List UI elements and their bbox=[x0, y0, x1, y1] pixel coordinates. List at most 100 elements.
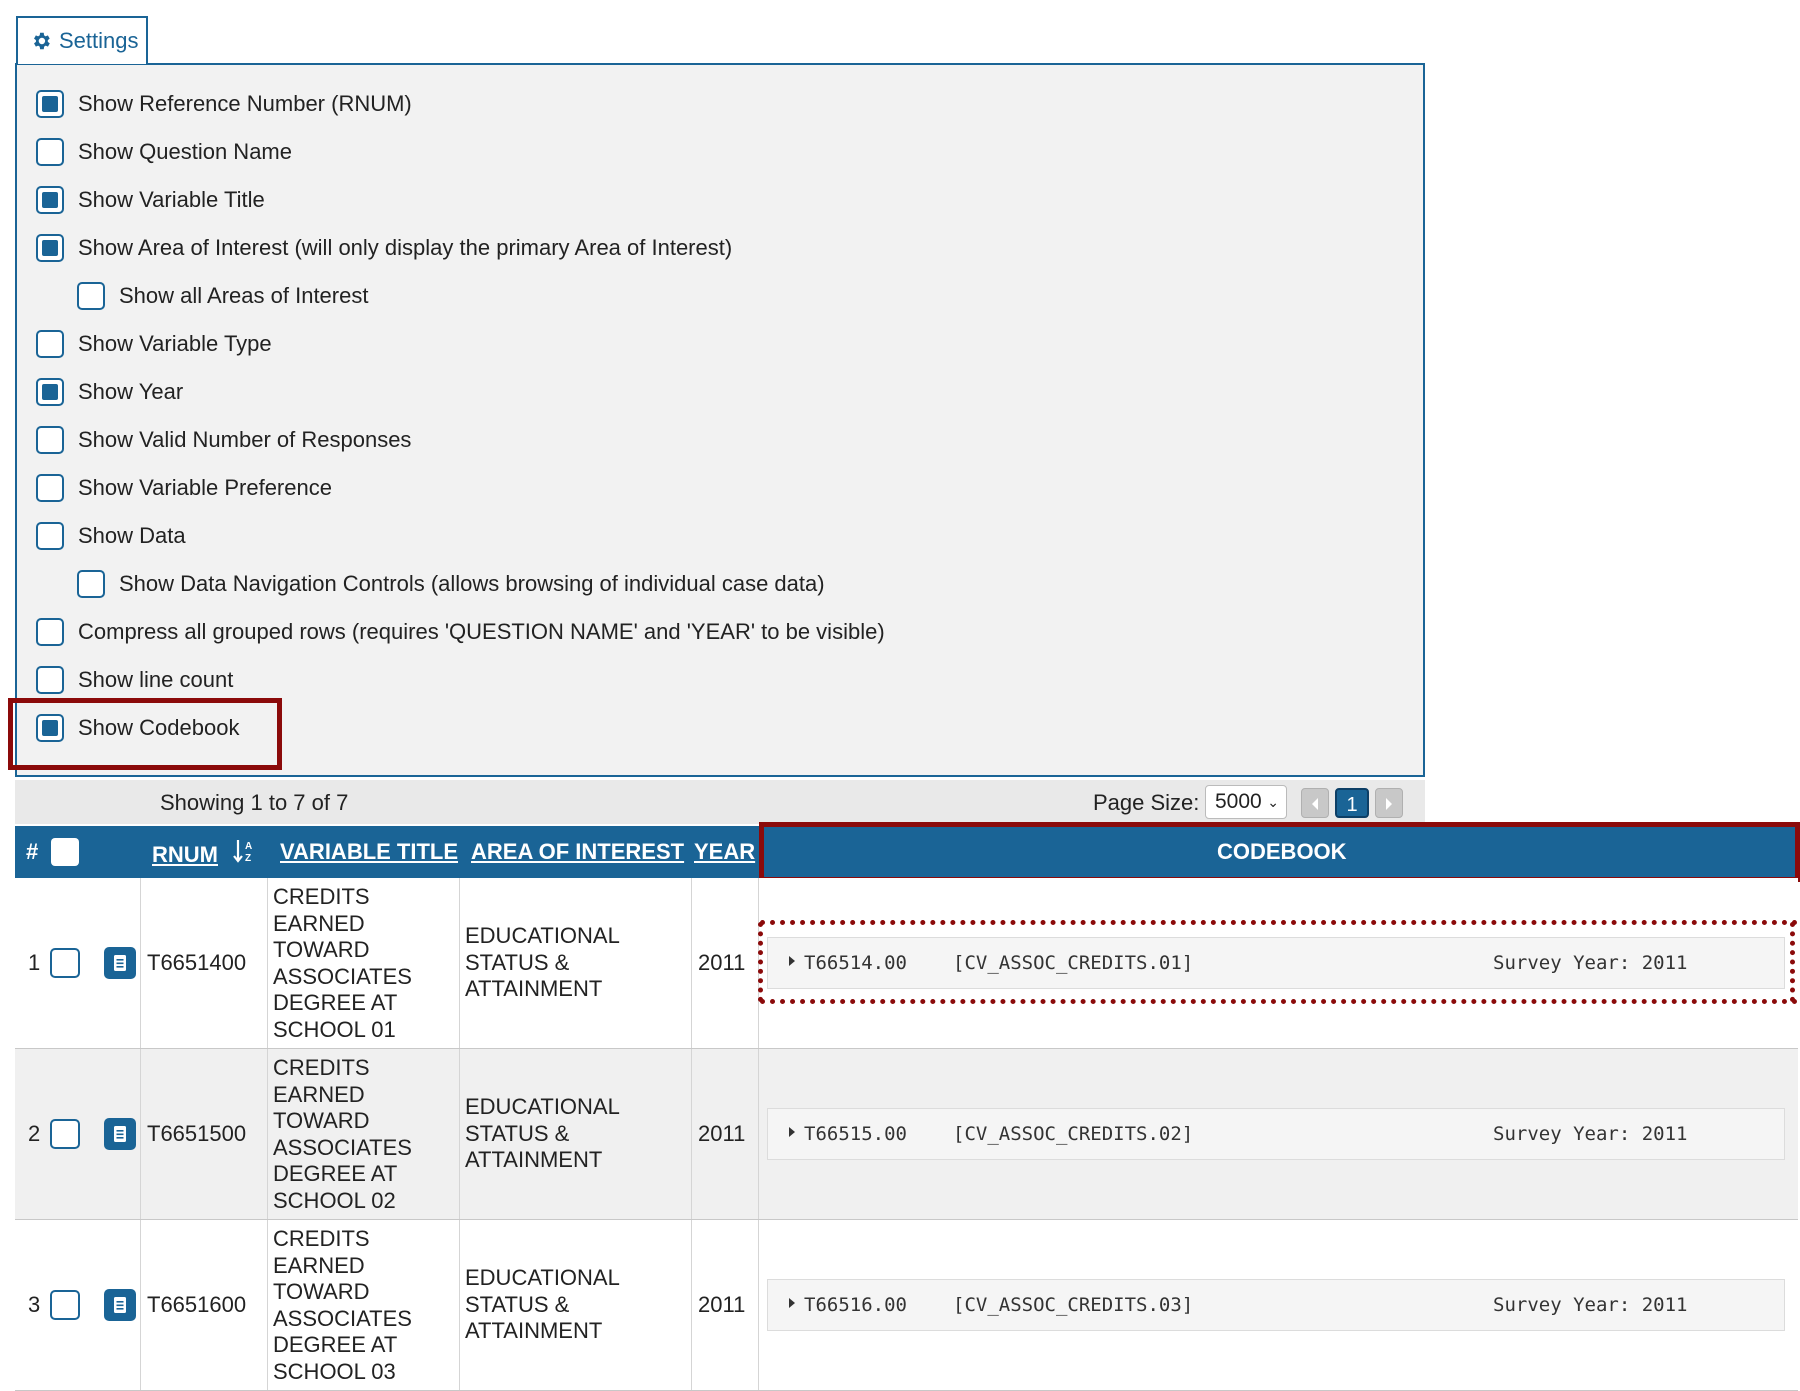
settings-option-label: Show Valid Number of Responses bbox=[78, 427, 412, 452]
cell-divider bbox=[140, 1049, 141, 1219]
area-of-interest: EDUCATIONAL STATUS & ATTAINMENT bbox=[465, 1094, 665, 1174]
settings-option-checkbox[interactable] bbox=[36, 474, 64, 502]
settings-option[interactable]: Show Question Name bbox=[36, 134, 292, 170]
variable-title-line: EARNED bbox=[273, 1081, 365, 1107]
settings-option[interactable]: Show Year bbox=[36, 374, 183, 410]
page-size-select[interactable]: 5000 ⌄ bbox=[1205, 785, 1287, 819]
year-value: 2011 bbox=[698, 950, 746, 975]
settings-option-checkbox[interactable] bbox=[36, 522, 64, 550]
row-checkbox[interactable] bbox=[50, 1290, 80, 1320]
cell-divider bbox=[691, 1049, 692, 1219]
rnum-value: T6651600 bbox=[147, 1292, 247, 1317]
settings-option-label: Show Variable Type bbox=[78, 331, 272, 356]
variable-title-line: ASSOCIATES bbox=[273, 963, 412, 989]
settings-option[interactable]: Show Reference Number (RNUM) bbox=[36, 86, 412, 122]
settings-tab[interactable]: Settings bbox=[16, 16, 148, 64]
cell-divider bbox=[758, 1220, 759, 1390]
area-of-interest-line: ATTAINMENT bbox=[465, 1147, 603, 1172]
rnum-value: T6651400 bbox=[147, 950, 247, 975]
variable-title-line: EARNED bbox=[273, 1252, 365, 1278]
settings-option[interactable]: Show Variable Type bbox=[36, 326, 272, 362]
codebook-reference: T66515.00 bbox=[804, 1123, 907, 1145]
dotted-right-edge bbox=[1790, 922, 1795, 1002]
header-rnum[interactable]: RNUM bbox=[152, 842, 218, 868]
settings-option-label: Show Data Navigation Controls (allows br… bbox=[119, 571, 825, 596]
settings-option-checkbox[interactable] bbox=[36, 426, 64, 454]
variable-title-line: CREDITS bbox=[273, 1055, 370, 1080]
row-index: 1 bbox=[28, 950, 41, 975]
settings-option[interactable]: Compress all grouped rows (requires 'QUE… bbox=[36, 614, 885, 650]
area-of-interest-line: ATTAINMENT bbox=[465, 976, 603, 1001]
codebook-variable: [CV_ASSOC_CREDITS.02] bbox=[953, 1123, 1194, 1145]
codebook-entry[interactable]: T66515.00 [CV_ASSOC_CREDITS.02] Survey Yea… bbox=[767, 1108, 1785, 1160]
row-checkbox[interactable] bbox=[50, 1119, 80, 1149]
codebook-button[interactable] bbox=[104, 1118, 136, 1150]
select-all-checkbox[interactable] bbox=[51, 838, 79, 866]
sort-icon[interactable]: A Z bbox=[232, 838, 256, 864]
area-of-interest: EDUCATIONAL STATUS & ATTAINMENT bbox=[465, 1265, 665, 1345]
settings-option-checkbox[interactable] bbox=[36, 330, 64, 358]
settings-option-checkbox[interactable] bbox=[36, 666, 64, 694]
variable-title-line: CREDITS bbox=[273, 1226, 370, 1251]
settings-option-checkbox[interactable] bbox=[36, 618, 64, 646]
variable-title: CREDITS EARNED TOWARD ASSOCIATES DEGREE AT SC… bbox=[273, 1055, 453, 1214]
header-year[interactable]: YEAR bbox=[694, 839, 755, 865]
variable-title: CREDITS EARNED TOWARD ASSOCIATES DEGREE AT SC… bbox=[273, 884, 453, 1043]
settings-option[interactable]: Show Valid Number of Responses bbox=[36, 422, 411, 458]
chevron-down-icon: ⌄ bbox=[1267, 794, 1279, 810]
row-checkbox[interactable] bbox=[50, 948, 80, 978]
settings-option-checkbox[interactable] bbox=[36, 186, 64, 214]
settings-option[interactable]: Show Variable Title bbox=[36, 182, 265, 218]
caret-right-icon bbox=[789, 1127, 795, 1137]
svg-text:Z: Z bbox=[245, 853, 251, 864]
settings-option[interactable]: Show Data bbox=[36, 518, 186, 554]
variable-title-line: TOWARD bbox=[273, 937, 370, 962]
book-icon bbox=[114, 955, 126, 971]
settings-option-label: Show Variable Preference bbox=[78, 475, 332, 500]
area-of-interest-line: STATUS & bbox=[465, 949, 570, 975]
header-area-of-interest[interactable]: AREA OF INTEREST bbox=[471, 839, 684, 865]
row-index: 3 bbox=[28, 1292, 41, 1317]
codebook-button[interactable] bbox=[104, 947, 136, 979]
cell-divider bbox=[459, 1220, 460, 1390]
area-of-interest-line: ATTAINMENT bbox=[465, 1318, 603, 1343]
settings-option[interactable]: Show all Areas of Interest bbox=[77, 278, 368, 314]
codebook-survey-year: Survey Year: 2011 bbox=[1493, 1123, 1688, 1145]
settings-option[interactable]: Show line count bbox=[36, 662, 233, 698]
variable-title-line: ASSOCIATES bbox=[273, 1305, 412, 1331]
row-index: 2 bbox=[28, 1121, 41, 1146]
codebook-entry[interactable]: T66516.00 [CV_ASSOC_CREDITS.03] Survey Yea… bbox=[767, 1279, 1785, 1331]
variable-title-line: CREDITS bbox=[273, 884, 370, 909]
header-variable-title[interactable]: VARIABLE TITLE bbox=[280, 839, 458, 865]
settings-tab-label: Settings bbox=[59, 28, 139, 53]
codebook-button[interactable] bbox=[104, 1289, 136, 1321]
cell-divider bbox=[459, 878, 460, 1048]
year-value: 2011 bbox=[698, 1292, 746, 1317]
settings-option-checkbox[interactable] bbox=[77, 282, 105, 310]
settings-option-checkbox[interactable] bbox=[36, 378, 64, 406]
cell-divider bbox=[140, 878, 141, 1048]
settings-option-checkbox[interactable] bbox=[36, 234, 64, 262]
settings-option-checkbox[interactable] bbox=[36, 138, 64, 166]
settings-option-checkbox[interactable] bbox=[77, 570, 105, 598]
settings-option-label: Show line count bbox=[78, 667, 234, 692]
settings-option-checkbox[interactable] bbox=[36, 90, 64, 118]
dotted-left-edge bbox=[758, 922, 763, 1002]
cell-divider bbox=[140, 1220, 141, 1390]
settings-option[interactable]: Show Variable Preference bbox=[36, 470, 332, 506]
area-of-interest-line: EDUCATIONAL bbox=[465, 1094, 620, 1119]
cell-divider bbox=[691, 878, 692, 1048]
codebook-entry-highlight bbox=[760, 920, 1798, 1004]
rnum-value: T6651500 bbox=[147, 1121, 247, 1146]
settings-option-label: Compress all grouped rows (requires 'QUE… bbox=[78, 619, 885, 644]
settings-option[interactable]: Show Data Navigation Controls (allows br… bbox=[77, 566, 825, 602]
prev-page-button[interactable] bbox=[1301, 788, 1329, 818]
codebook-survey-year: Survey Year: 2011 bbox=[1493, 1294, 1688, 1316]
variable-title-line: TOWARD bbox=[273, 1108, 370, 1133]
settings-option[interactable]: Show Area of Interest (will only display… bbox=[36, 230, 732, 266]
cell-divider bbox=[459, 1049, 460, 1219]
next-page-button[interactable] bbox=[1375, 788, 1403, 818]
current-page-button[interactable]: 1 bbox=[1335, 788, 1369, 818]
variable-title-line: SCHOOL 01 bbox=[273, 1016, 396, 1042]
page-size-label: Page Size: bbox=[1093, 790, 1200, 815]
